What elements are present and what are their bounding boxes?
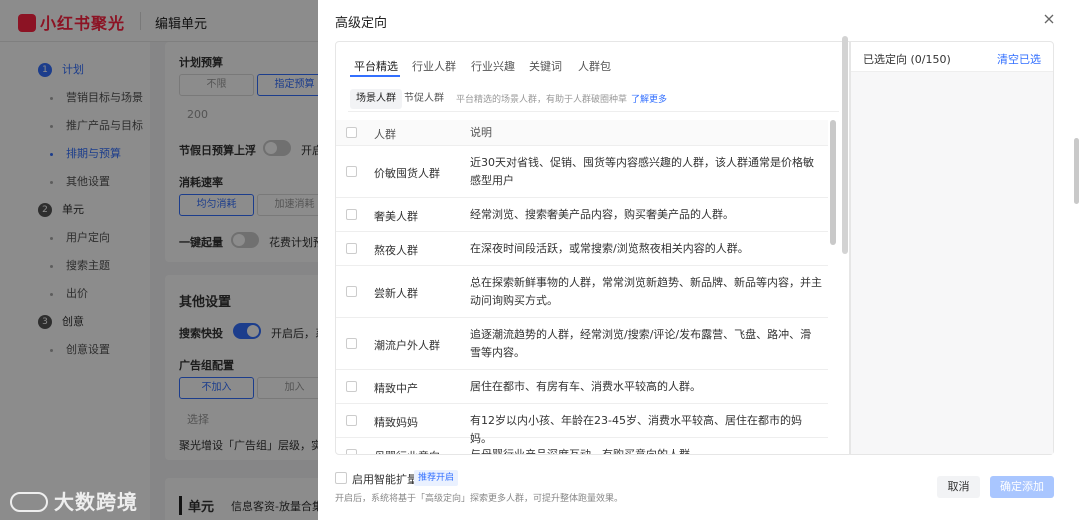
crowd-name: 奢美人群: [374, 210, 418, 223]
table-row[interactable]: 尝新人群 总在探索新鲜事物的人群，常常浏览新趋势、新品牌、新品等内容，并主动问询购…: [336, 266, 828, 318]
crowd-name: 精致中产: [374, 382, 418, 395]
confirm-add-button[interactable]: 确定添加: [990, 476, 1054, 498]
panel-scrollbar[interactable]: [842, 36, 848, 414]
crowd-name: 熬夜人群: [374, 244, 418, 257]
crowd-description: 在深夜时间段活跃，或常搜索/浏览熬夜相关内容的人群。: [470, 242, 749, 255]
crowd-name: 潮流户外人群: [374, 339, 440, 352]
selected-panel: 已选定向 (0/150) 清空已选: [850, 41, 1054, 455]
subtab-hint: 平台精选的场景人群，有助于人群破圈种草 了解更多: [456, 95, 668, 105]
row-checkbox[interactable]: [346, 166, 357, 177]
subtab-row: 场景人群 节促人群 平台精选的场景人群，有助于人群破圈种草 了解更多: [348, 86, 839, 112]
page-scrollbar[interactable]: [1074, 138, 1079, 204]
watermark-logo-icon: [10, 492, 48, 512]
clear-selected-link[interactable]: 清空已选: [997, 51, 1041, 67]
header-crowd: 人群: [374, 128, 396, 141]
crowd-description: 总在探索新鲜事物的人群，常常浏览新趋势、新品牌、新品等内容，并主动问询购买方式。: [470, 276, 822, 307]
table-scrollbar-thumb[interactable]: [830, 120, 836, 245]
header-description: 说明: [470, 126, 492, 139]
row-checkbox[interactable]: [346, 449, 357, 454]
tab-crowd-package[interactable]: 人群包: [578, 58, 611, 74]
select-all-checkbox[interactable]: [346, 127, 357, 138]
smart-expand-label[interactable]: 启用智能扩量: [352, 471, 418, 487]
crowd-description: 与母婴行业产品深度互动，有购买意向的人群: [470, 446, 822, 454]
table-row[interactable]: 母婴行业意向 与母婴行业产品深度互动，有购买意向的人群: [336, 438, 828, 454]
watermark: 大数跨境: [10, 486, 138, 515]
recommend-badge: 推荐开启: [414, 470, 459, 486]
crowd-description: 近30天对省钱、促销、囤货等内容感兴趣的人群，该人群通常是价格敏感型用户: [470, 156, 814, 187]
panel-scrollbar-thumb[interactable]: [842, 36, 848, 254]
row-checkbox[interactable]: [346, 209, 357, 220]
smart-expand-hint: 开启后，系统将基于「高级定向」探索更多人群，可提升整体跑量效果。: [335, 494, 624, 504]
table-header-row: 人群 说明: [336, 120, 828, 146]
targeting-options-panel: 平台精选 行业人群 行业兴趣 关键词 人群包 场景人群 节促人群 平台精选的场景…: [335, 41, 850, 455]
row-checkbox[interactable]: [346, 243, 357, 254]
table-row[interactable]: 精致妈妈 有12岁以内小孩、年龄在23-45岁、消费水平较高、居住在都市的妈妈。: [336, 404, 828, 445]
active-tab-indicator: [350, 75, 400, 77]
smart-expand-checkbox[interactable]: [335, 472, 347, 484]
crowd-table: 人群 说明价敏囤货人群 近30天对省钱、促销、囤货等内容感兴趣的人群，该人群通常是价…: [336, 120, 828, 454]
selected-list: [851, 72, 1053, 454]
table-row[interactable]: 精致中产 居住在都市、有房有车、消费水平较高的人群。: [336, 370, 828, 404]
row-checkbox[interactable]: [346, 286, 357, 297]
subtab-festival-crowd[interactable]: 节促人群: [398, 89, 450, 109]
crowd-description: 追逐潮流趋势的人群，经常浏览/搜索/评论/发布露营、飞盘、路冲、滑雪等内容。: [470, 328, 812, 359]
table-row[interactable]: 熬夜人群 在深夜时间段活跃，或常搜索/浏览熬夜相关内容的人群。: [336, 232, 828, 266]
drawer-title: 高级定向: [335, 16, 388, 31]
table-row[interactable]: 奢美人群 经常浏览、搜索奢美产品内容，购买奢美产品的人群。: [336, 198, 828, 232]
advanced-targeting-drawer: 高级定向 平台精选 行业人群 行业兴趣 关键词 人群包 场景人群 节促人群 平台…: [318, 0, 1080, 520]
table-scrollbar[interactable]: [830, 120, 836, 454]
crowd-name: 精致妈妈: [374, 416, 418, 429]
subtab-scene-crowd[interactable]: 场景人群: [350, 89, 402, 109]
crowd-description: 经常浏览、搜索奢美产品内容，购买奢美产品的人群。: [470, 208, 734, 221]
row-checkbox[interactable]: [346, 415, 357, 426]
row-checkbox[interactable]: [346, 338, 357, 349]
row-checkbox[interactable]: [346, 381, 357, 392]
table-row[interactable]: 潮流户外人群 追逐潮流趋势的人群，经常浏览/搜索/评论/发布露营、飞盘、路冲、滑雪…: [336, 318, 828, 370]
cancel-button[interactable]: 取消: [937, 476, 980, 498]
tab-industry-interest[interactable]: 行业兴趣: [471, 58, 515, 74]
learn-more-link[interactable]: 了解更多: [631, 95, 667, 105]
crowd-description: 居住在都市、有房有车、消费水平较高的人群。: [470, 380, 701, 393]
selected-panel-header: 已选定向 (0/150) 清空已选: [851, 42, 1053, 72]
selected-count-title: 已选定向 (0/150): [863, 53, 951, 66]
crowd-name: 母婴行业意向: [374, 448, 440, 454]
crowd-name: 价敏囤货人群: [374, 167, 440, 180]
tab-platform-picks[interactable]: 平台精选: [354, 58, 398, 74]
tab-keywords[interactable]: 关键词: [529, 58, 562, 74]
table-row[interactable]: 价敏囤货人群 近30天对省钱、促销、囤货等内容感兴趣的人群，该人群通常是价格敏感型…: [336, 146, 828, 198]
close-icon[interactable]: [1040, 10, 1058, 28]
tab-industry-crowd[interactable]: 行业人群: [412, 58, 456, 74]
crowd-name: 尝新人群: [374, 287, 418, 300]
